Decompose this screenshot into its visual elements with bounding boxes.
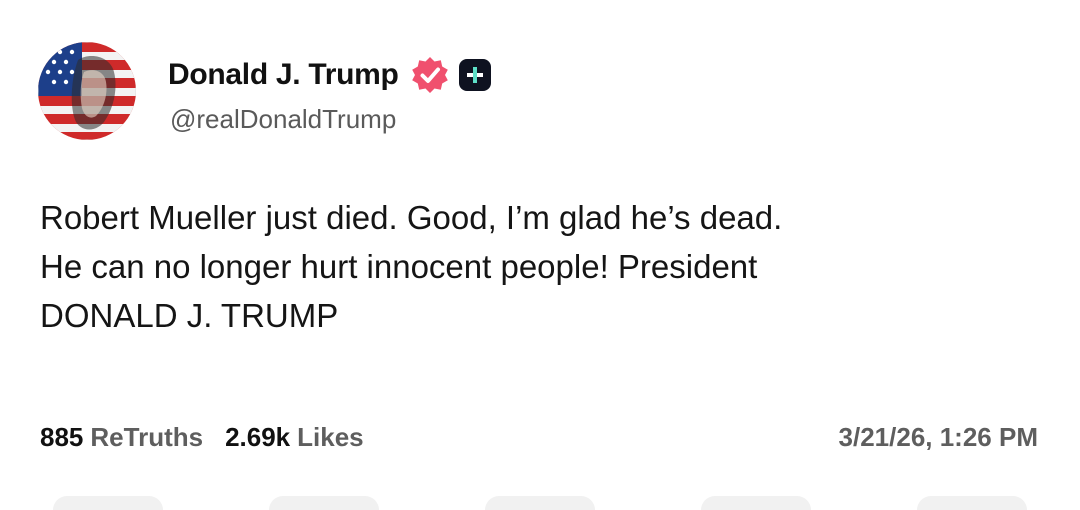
likes-count: 2.69k: [225, 422, 291, 452]
retruths-count: 885: [40, 422, 84, 452]
retruths-stat[interactable]: 885 ReTruths: [40, 422, 203, 453]
post-text: Robert Mueller just died. Good, I’m glad…: [40, 193, 1050, 340]
post-text-line: Robert Mueller just died. Good, I’m glad…: [40, 199, 783, 236]
post-stats: 885 ReTruths 2.69k Likes: [40, 422, 386, 453]
retruths-label: ReTruths: [90, 422, 204, 452]
retruth-action-button[interactable]: [269, 496, 379, 510]
action-bar-partial: [0, 496, 1080, 510]
likes-stat[interactable]: 2.69k Likes: [225, 422, 364, 453]
verified-badge-icon: [411, 57, 448, 93]
plus-badge-icon: [458, 59, 491, 91]
truth-post: Donald J. Trump @realDonaldTrump Robert …: [0, 0, 1080, 510]
post-timestamp[interactable]: 3/21/26, 1:26 PM: [839, 422, 1038, 453]
author-name-row: Donald J. Trump: [168, 54, 491, 96]
author-display-name[interactable]: Donald J. Trump: [168, 58, 399, 92]
avatar-flag-portrait-icon: [38, 42, 136, 140]
more-action-button[interactable]: [917, 496, 1027, 510]
like-action-button[interactable]: [485, 496, 595, 510]
author-handle[interactable]: @realDonaldTrump: [170, 104, 396, 135]
author-avatar[interactable]: [38, 42, 136, 140]
likes-label: Likes: [297, 422, 364, 452]
post-text-line: DONALD J. TRUMP: [40, 297, 339, 334]
share-action-button[interactable]: [701, 496, 811, 510]
reply-action-button[interactable]: [53, 496, 163, 510]
post-text-line: He can no longer hurt innocent people! P…: [40, 248, 758, 285]
